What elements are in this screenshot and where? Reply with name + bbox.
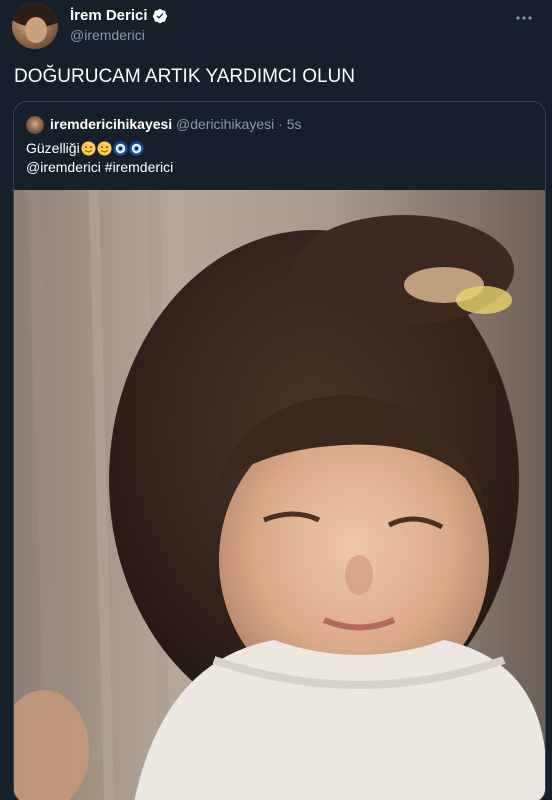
smiling-face-with-tear-emoji [81, 140, 96, 156]
quoted-author-handle-time: @dericihikayesi · 5s [176, 116, 302, 132]
nazar-amulet-emoji [129, 140, 144, 156]
quoted-tweet-mentions-hashtags[interactable]: @iremderici #iremderici [26, 159, 173, 175]
quoted-tweet-card[interactable]: iremdericihikayesi @dericihikayesi · 5s … [13, 101, 546, 800]
quoted-tweet-text: Güzelliği [26, 140, 144, 156]
more-dots-icon [516, 16, 532, 20]
author-name-text[interactable]: İrem Derici [70, 7, 148, 24]
photo-illustration [14, 190, 545, 800]
more-options-icon[interactable] [514, 8, 534, 28]
tweet-header: İrem Derici @iremderici [0, 0, 552, 56]
verified-badge-icon [152, 8, 167, 23]
author-display-name[interactable]: İrem Derici [70, 7, 168, 24]
nazar-amulet-emoji [113, 140, 128, 156]
quoted-author-avatar [26, 116, 44, 134]
quoted-text-prefix: Güzelliği [26, 140, 80, 156]
childhood-portrait-photo[interactable] [14, 190, 545, 800]
tweet-detail-view: İrem Derici @iremderici DOĞURUCAM ARTIK … [0, 0, 552, 800]
tweet-text: DOĞURUCAM ARTIK YARDIMCI OLUN [14, 66, 355, 87]
smiling-face-with-tear-emoji [97, 140, 112, 156]
author-handle[interactable]: @iremderici [70, 27, 145, 43]
quoted-author-name: iremdericihikayesi [50, 116, 173, 132]
author-avatar[interactable] [12, 3, 58, 49]
